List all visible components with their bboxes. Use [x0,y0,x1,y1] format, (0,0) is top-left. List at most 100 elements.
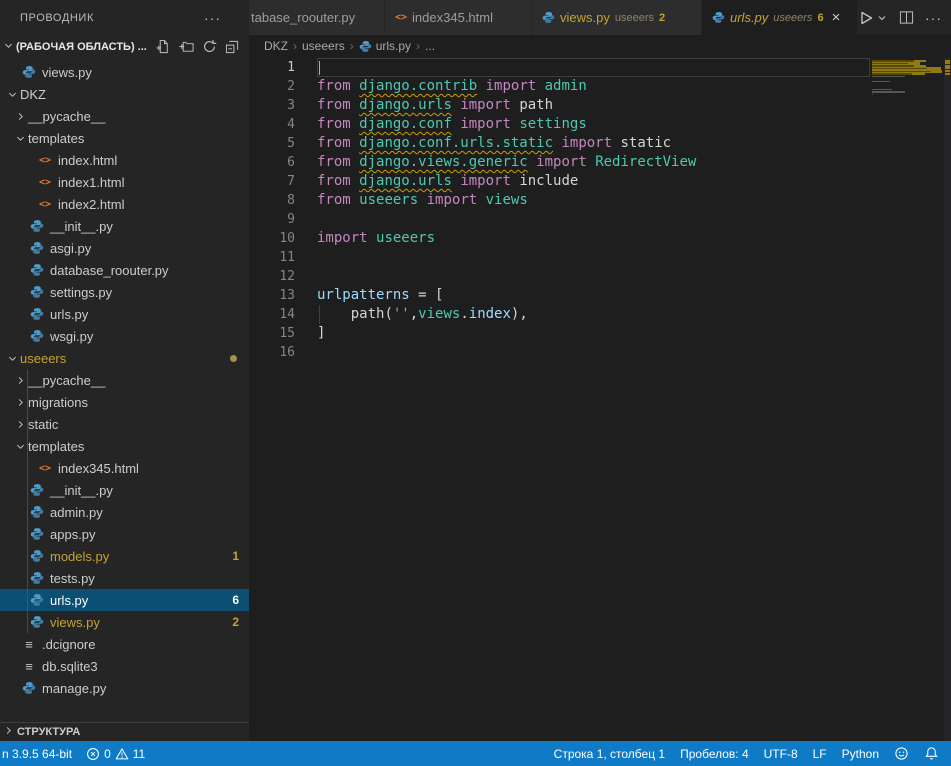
code-token [351,173,359,189]
new-file-icon[interactable] [155,39,171,55]
outline-section-label: СТРУКТУРА [17,726,80,738]
code-line-6[interactable]: 6from django.views.generic import Redire… [249,153,951,172]
python-icon [28,219,46,233]
code-token: from [317,154,351,170]
file-item-urls-py[interactable]: urls.py [0,303,249,325]
folder-item-templates[interactable]: templates [0,127,249,149]
breadcrumb-item-urls-py[interactable]: urls.py [359,39,411,53]
code-line-8[interactable]: 8from useeers import views [249,191,951,210]
file-item-init-py[interactable]: __init__.py [0,215,249,237]
code-line-3[interactable]: 3from django.urls import path [249,96,951,115]
item-label: index.html [58,153,117,168]
code-line-15[interactable]: 15] [249,324,951,343]
workspace-section-header[interactable]: (РАБОЧАЯ ОБЛАСТЬ) ... [0,35,249,58]
tab-views-py[interactable]: views.pyuseeers2 [532,0,702,35]
file-item-views-py[interactable]: views.py2 [0,611,249,633]
code-line-16[interactable]: 16 [249,343,951,362]
eol-item[interactable]: LF [813,747,827,761]
encoding-item[interactable]: UTF-8 [764,747,798,761]
folder-item-useeers[interactable]: useeers [0,347,249,369]
close-icon[interactable]: × [832,10,841,25]
breadcrumb-separator: › [293,39,297,53]
file-item-manage-py[interactable]: manage.py [0,677,249,699]
code-token [351,192,359,208]
file-item-index2-html[interactable]: <>index2.html [0,193,249,215]
item-label: index2.html [58,197,124,212]
notifications-bell-icon[interactable] [924,746,939,761]
code-line-12[interactable]: 12 [249,267,951,286]
folder-item-dkz[interactable]: DKZ [0,83,249,105]
python-icon [20,65,38,79]
tab-problems-badge: 2 [659,12,665,24]
file-item-wsgi-py[interactable]: wsgi.py [0,325,249,347]
tree-indent-guide [27,369,28,633]
folder-item-templates[interactable]: templates [0,435,249,457]
file-item-urls-py[interactable]: urls.py6 [0,589,249,611]
file-item-models-py[interactable]: models.py1 [0,545,249,567]
split-editor-icon[interactable] [899,10,914,25]
file-item-asgi-py[interactable]: asgi.py [0,237,249,259]
file-item-index-html[interactable]: <>index.html [0,149,249,171]
indentation-item[interactable]: Пробелов: 4 [680,747,749,761]
file-item-db-sqlite3[interactable]: ≡db.sqlite3 [0,655,249,677]
new-folder-icon[interactable] [178,39,194,55]
file-item-apps-py[interactable]: apps.py [0,523,249,545]
collapse-all-icon[interactable] [224,39,240,55]
item-label: urls.py [50,593,88,608]
file-item-views-py[interactable]: views.py [0,61,249,83]
code-line-1[interactable]: 1 [249,58,951,77]
language-mode-item[interactable]: Python [842,747,879,761]
file-item-admin-py[interactable]: admin.py [0,501,249,523]
code-line-4[interactable]: 4from django.conf import settings [249,115,951,134]
code-token [477,192,485,208]
code-line-7[interactable]: 7from django.urls import include [249,172,951,191]
python-interpreter-item[interactable]: n 3.9.5 64-bit [2,747,72,761]
explorer-more-actions-icon[interactable]: ··· [204,10,221,26]
breadcrumb-item-dkz[interactable]: DKZ [264,39,288,53]
item-label: __init__.py [50,483,113,498]
file-item-init-py[interactable]: __init__.py [0,479,249,501]
code-editor[interactable]: 12from django.contrib import admin3from … [249,57,951,741]
refresh-icon[interactable] [201,39,217,55]
code-token: , [410,306,418,322]
folder-item-pycache[interactable]: __pycache__ [0,105,249,127]
tab-tabase-roouter-py[interactable]: tabase_roouter.py [249,0,385,35]
folder-item-pycache[interactable]: __pycache__ [0,369,249,391]
folder-item-migrations[interactable]: migrations [0,391,249,413]
file-item-index1-html[interactable]: <>index1.html [0,171,249,193]
code-line-13[interactable]: 13urlpatterns = [ [249,286,951,305]
outline-section-header[interactable]: СТРУКТУРА [0,722,249,741]
breadcrumb-item-[interactable]: ... [425,39,435,53]
overview-ruler[interactable] [944,57,951,741]
problems-item[interactable]: 0 11 [86,747,145,761]
breadcrumb-item-useeers[interactable]: useeers [302,39,345,53]
editor-tabs-bar: tabase_roouter.py<>index345.htmlviews.py… [249,0,951,35]
file-item-tests-py[interactable]: tests.py [0,567,249,589]
line-number: 14 [249,305,295,324]
cursor-position-item[interactable]: Строка 1, столбец 1 [554,747,665,761]
code-token [368,230,376,246]
minimap-code-line [872,91,905,92]
minimap[interactable] [872,57,944,197]
file-item-dcignore[interactable]: ≡.dcignore [0,633,249,655]
file-item-settings-py[interactable]: settings.py [0,281,249,303]
more-actions-icon[interactable]: ··· [925,10,942,26]
code-line-11[interactable]: 11 [249,248,951,267]
code-line-10[interactable]: 10import useeers [249,229,951,248]
code-line-9[interactable]: 9 [249,210,951,229]
code-line-14[interactable]: 14 path('',views.index), [249,305,951,324]
html-icon: <> [36,463,54,474]
folder-item-static[interactable]: static [0,413,249,435]
run-button[interactable] [858,10,888,26]
code-token [351,97,359,113]
html-icon: <> [36,177,54,188]
tab-index345-html[interactable]: <>index345.html [385,0,532,35]
file-item-database-roouter-py[interactable]: database_roouter.py [0,259,249,281]
item-label: __init__.py [50,219,113,234]
code-line-2[interactable]: 2from django.contrib import admin [249,77,951,96]
chevron-down-icon[interactable] [876,12,888,24]
feedback-icon[interactable] [894,746,909,761]
file-item-index345-html[interactable]: <>index345.html [0,457,249,479]
tab-urls-py[interactable]: urls.pyuseeers6× [702,0,858,35]
code-line-5[interactable]: 5from django.conf.urls.static import sta… [249,134,951,153]
